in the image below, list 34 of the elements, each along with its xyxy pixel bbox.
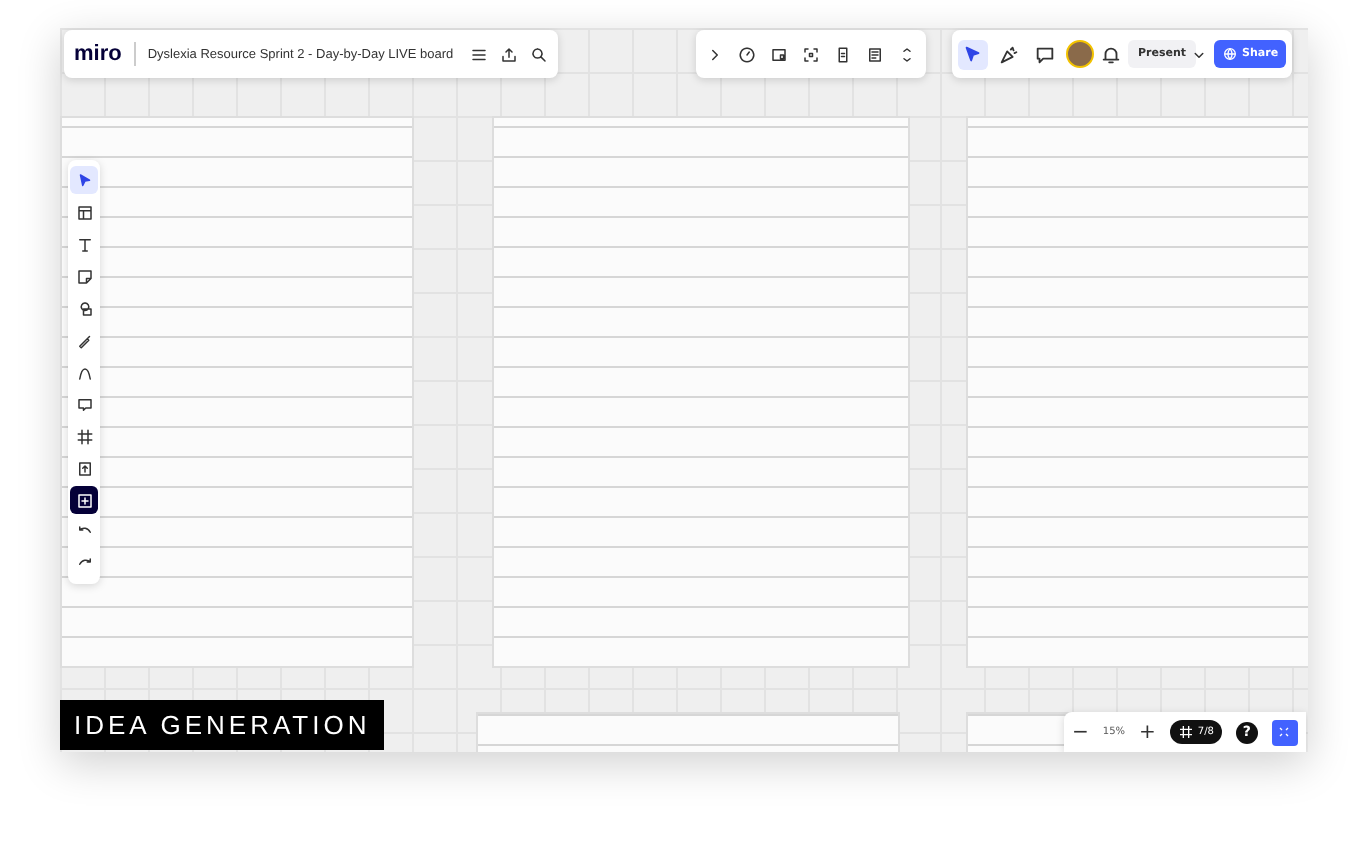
focus-icon[interactable] [802,45,820,63]
logo[interactable]: miro [74,42,122,66]
chat-icon [1034,43,1056,65]
template-icon [75,203,93,221]
text-icon [75,235,93,253]
avatar[interactable] [1066,40,1094,68]
frame-icon [1177,724,1194,740]
zoom-in-button[interactable]: + [1139,721,1156,743]
shapes-icon [75,299,93,317]
notes-icon[interactable] [866,45,884,63]
select-tool-button[interactable] [70,166,98,194]
plus-tool-button[interactable] [70,486,98,514]
timer-icon[interactable] [738,45,756,63]
zoom-out-button[interactable]: − [1072,721,1089,743]
comment-icon [75,395,93,413]
globe-icon [1222,46,1239,62]
chevron-icon[interactable] [706,45,724,63]
select-icon [75,171,93,189]
section-label: IDEA GENERATION [60,700,385,750]
sticky-icon [75,267,93,285]
upload-icon[interactable] [499,45,518,63]
pen-icon [75,331,93,349]
card-icon[interactable] [770,45,788,63]
minimap-button[interactable] [1271,719,1298,745]
bell-icon[interactable] [1100,43,1122,65]
curve-icon [75,363,93,381]
menu-icon[interactable] [469,45,488,63]
cursor-icon [962,43,984,65]
search-icon[interactable] [529,45,548,63]
cursor-tool-button[interactable] [958,39,988,69]
frame-icon [75,427,93,445]
doc-icon[interactable] [834,45,852,63]
plus-icon [75,491,93,509]
upload-icon [75,459,93,477]
